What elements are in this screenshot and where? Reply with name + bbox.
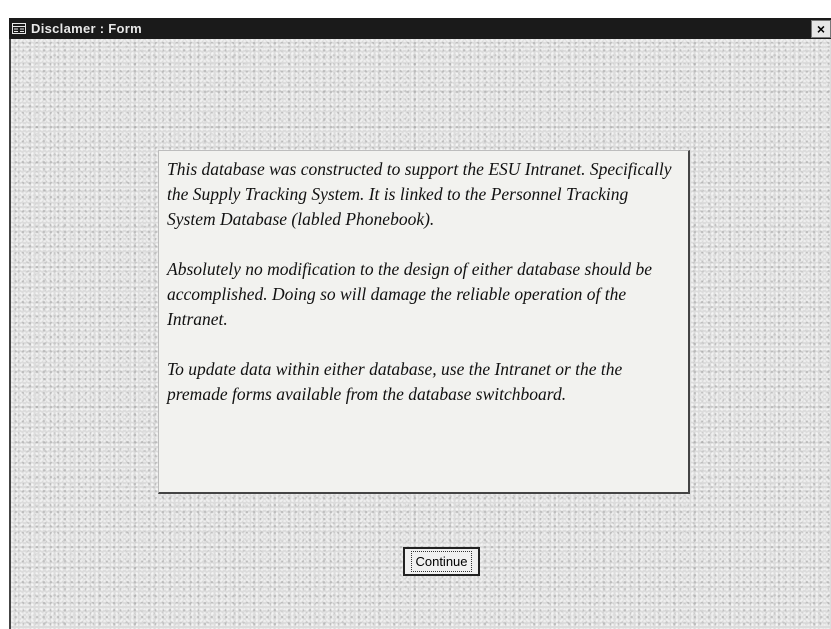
continue-button-label: Continue: [411, 551, 472, 572]
disclaimer-paragraph-3: To update data within either database, u…: [167, 359, 623, 404]
disclaimer-panel: This database was constructed to support…: [158, 150, 690, 494]
disclaimer-paragraph-1: This database was constructed to support…: [167, 159, 672, 229]
disclaimer-paragraph-2: Absolutely no modification to the design…: [167, 259, 653, 329]
window-title: Disclamer : Form: [31, 21, 143, 36]
close-button[interactable]: ×: [811, 20, 831, 38]
form-icon: [11, 23, 27, 35]
continue-button[interactable]: Continue: [403, 547, 480, 576]
title-bar[interactable]: Disclamer : Form ×: [9, 18, 831, 39]
